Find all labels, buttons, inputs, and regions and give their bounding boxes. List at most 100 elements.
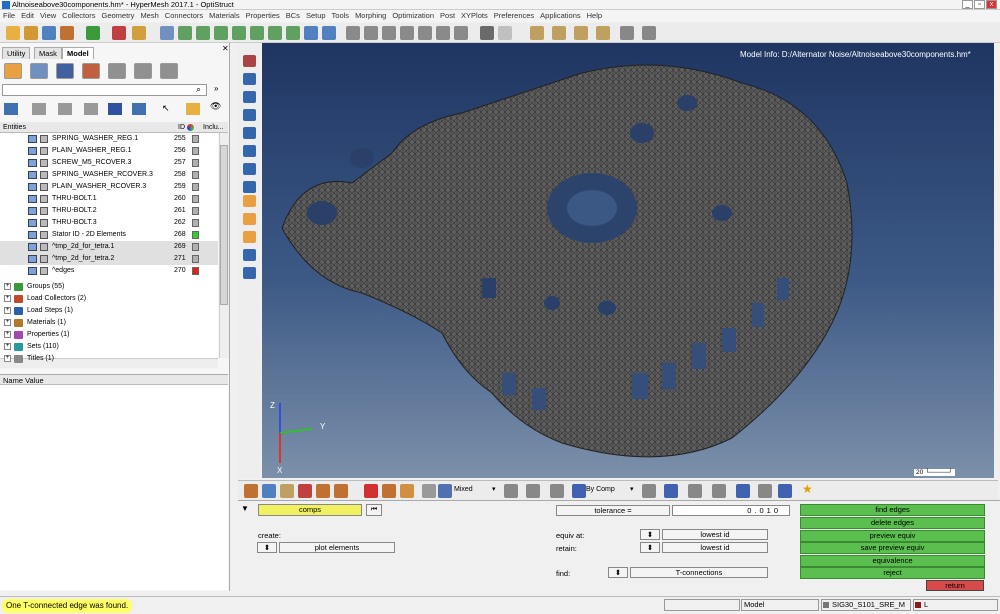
options-icon[interactable] [132, 26, 146, 40]
tree-scrollbar-thumb[interactable] [220, 145, 228, 305]
color-swatch[interactable] [192, 267, 199, 275]
retain-toggle-icon[interactable]: ⬍ [640, 542, 660, 553]
center-icon[interactable] [454, 26, 468, 40]
visual-icon-3[interactable] [688, 484, 702, 498]
tree-row[interactable]: THRU-BOLT.2 261 [0, 205, 218, 217]
redo-icon[interactable] [498, 26, 512, 40]
color-by-select[interactable]: By Comp [586, 486, 615, 493]
material-view-icon[interactable] [82, 63, 100, 79]
retain-option[interactable]: lowest id [662, 542, 768, 553]
color-swatch[interactable] [192, 147, 199, 155]
color-swatch[interactable] [192, 207, 199, 215]
zoom-out-icon[interactable] [364, 26, 378, 40]
box-select-icon-5[interactable] [268, 26, 282, 40]
undo-icon[interactable] [480, 26, 494, 40]
tree-group[interactable]: + Sets (110) [0, 341, 218, 353]
include-column-header[interactable]: Inclu... [203, 122, 224, 133]
tree-row[interactable]: Stator ID - 2D Elements 268 [0, 229, 218, 241]
color-swatch[interactable] [192, 135, 199, 143]
box-select-icon-6[interactable] [286, 26, 300, 40]
label-icon-2[interactable] [243, 213, 256, 225]
open-file-icon[interactable] [24, 26, 38, 40]
menu-optimization[interactable]: Optimization [389, 10, 437, 22]
arrow-left-icon[interactable] [178, 26, 192, 40]
solid-view-icon[interactable] [56, 63, 74, 79]
label-icon[interactable] [243, 195, 256, 207]
collapse-arrow-icon[interactable]: ▼ [241, 504, 249, 513]
tree-row[interactable]: THRU-BOLT.3 262 [0, 217, 218, 229]
create-option[interactable]: plot elements [279, 542, 395, 553]
tree-group[interactable]: + Titles (1) [0, 353, 218, 365]
tree-row[interactable]: ^tmp_2d_for_tetra.2 271 [0, 253, 218, 265]
visual-icon-5[interactable] [736, 484, 750, 498]
expand-icon[interactable]: + [4, 295, 11, 302]
view-icon-2[interactable] [243, 267, 256, 279]
status-last[interactable]: L [913, 599, 998, 611]
entity-icon-6[interactable] [334, 484, 348, 498]
find-toggle-icon[interactable]: ⬍ [608, 567, 628, 578]
tree-row[interactable]: ^tmp_2d_for_tetra.1 269 [0, 241, 218, 253]
expand-icon[interactable]: + [4, 331, 11, 338]
include-view-icon[interactable] [160, 63, 178, 79]
user-profile-icon[interactable] [112, 26, 126, 40]
search-icon[interactable]: ⌕ [196, 84, 201, 95]
menu-bcs[interactable]: BCs [283, 10, 303, 22]
entity-icon[interactable] [244, 484, 258, 498]
close-button[interactable]: x [986, 0, 997, 9]
shade-icon[interactable] [243, 109, 256, 121]
menu-preferences[interactable]: Preferences [491, 10, 537, 22]
expand-icon[interactable]: + [4, 307, 11, 314]
maximize-button[interactable]: ▫ [974, 0, 985, 9]
mask-icon[interactable] [243, 55, 256, 67]
clipboard-icon-3[interactable] [574, 26, 588, 40]
feature-icon[interactable] [243, 145, 256, 157]
preview-equiv-button[interactable]: preview equiv [800, 530, 985, 542]
color-by-icon[interactable] [572, 484, 586, 498]
entities-column-header[interactable]: Entities [3, 122, 26, 133]
visual-icon-6[interactable] [758, 484, 772, 498]
tolerance-input[interactable]: 0.010 [672, 505, 790, 516]
pan-icon[interactable] [400, 26, 414, 40]
tree-group[interactable]: + Load Collectors (2) [0, 293, 218, 305]
entity-search-input[interactable] [2, 84, 207, 96]
expand-icon[interactable]: + [4, 319, 11, 326]
menu-setup[interactable]: Setup [303, 10, 329, 22]
tree-group[interactable]: + Materials (1) [0, 317, 218, 329]
menu-geometry[interactable]: Geometry [99, 10, 138, 22]
menu-properties[interactable]: Properties [243, 10, 283, 22]
shade-style-icon-2[interactable] [526, 484, 540, 498]
clipboard-icon-2[interactable] [552, 26, 566, 40]
create-toggle-icon[interactable]: ⬍ [257, 542, 277, 553]
rotate-view-icon-2[interactable] [322, 26, 336, 40]
box-select-icon-3[interactable] [232, 26, 246, 40]
new-file-icon[interactable] [6, 26, 20, 40]
delete-x-icon[interactable] [364, 484, 378, 498]
entity-icon-7[interactable] [382, 484, 396, 498]
menu-mesh[interactable]: Mesh [137, 10, 161, 22]
view-icon[interactable] [243, 249, 256, 261]
tree-row[interactable]: ^edges 270 [0, 265, 218, 277]
menu-materials[interactable]: Materials [206, 10, 242, 22]
visual-icon[interactable] [642, 484, 656, 498]
shading-icon[interactable] [438, 484, 452, 498]
elem-icon[interactable] [243, 91, 256, 103]
tree-row[interactable]: SPRING_WASHER_RCOVER.3 258 [0, 169, 218, 181]
menu-help[interactable]: Help [584, 10, 605, 22]
id-column-header[interactable]: ID [178, 122, 185, 133]
shade-style-icon-3[interactable] [550, 484, 564, 498]
color-swatch[interactable] [192, 255, 199, 263]
entity-icon-5[interactable] [316, 484, 330, 498]
numbers-icon[interactable] [243, 181, 256, 193]
menu-xyplots[interactable]: XYPlots [458, 10, 491, 22]
clipboard-icon[interactable] [530, 26, 544, 40]
cube-icon[interactable] [108, 103, 122, 115]
assembly-view-icon[interactable] [30, 63, 48, 79]
tree-row[interactable]: PLAIN_WASHER_REG.1 256 [0, 145, 218, 157]
label-icon-3[interactable] [243, 231, 256, 243]
save-icon[interactable] [42, 26, 56, 40]
equiv-at-option[interactable]: lowest id [662, 529, 768, 540]
export-icon[interactable] [186, 103, 200, 115]
import-icon[interactable] [60, 26, 74, 40]
measure-icon[interactable] [642, 26, 656, 40]
reject-button[interactable]: reject [800, 567, 985, 579]
